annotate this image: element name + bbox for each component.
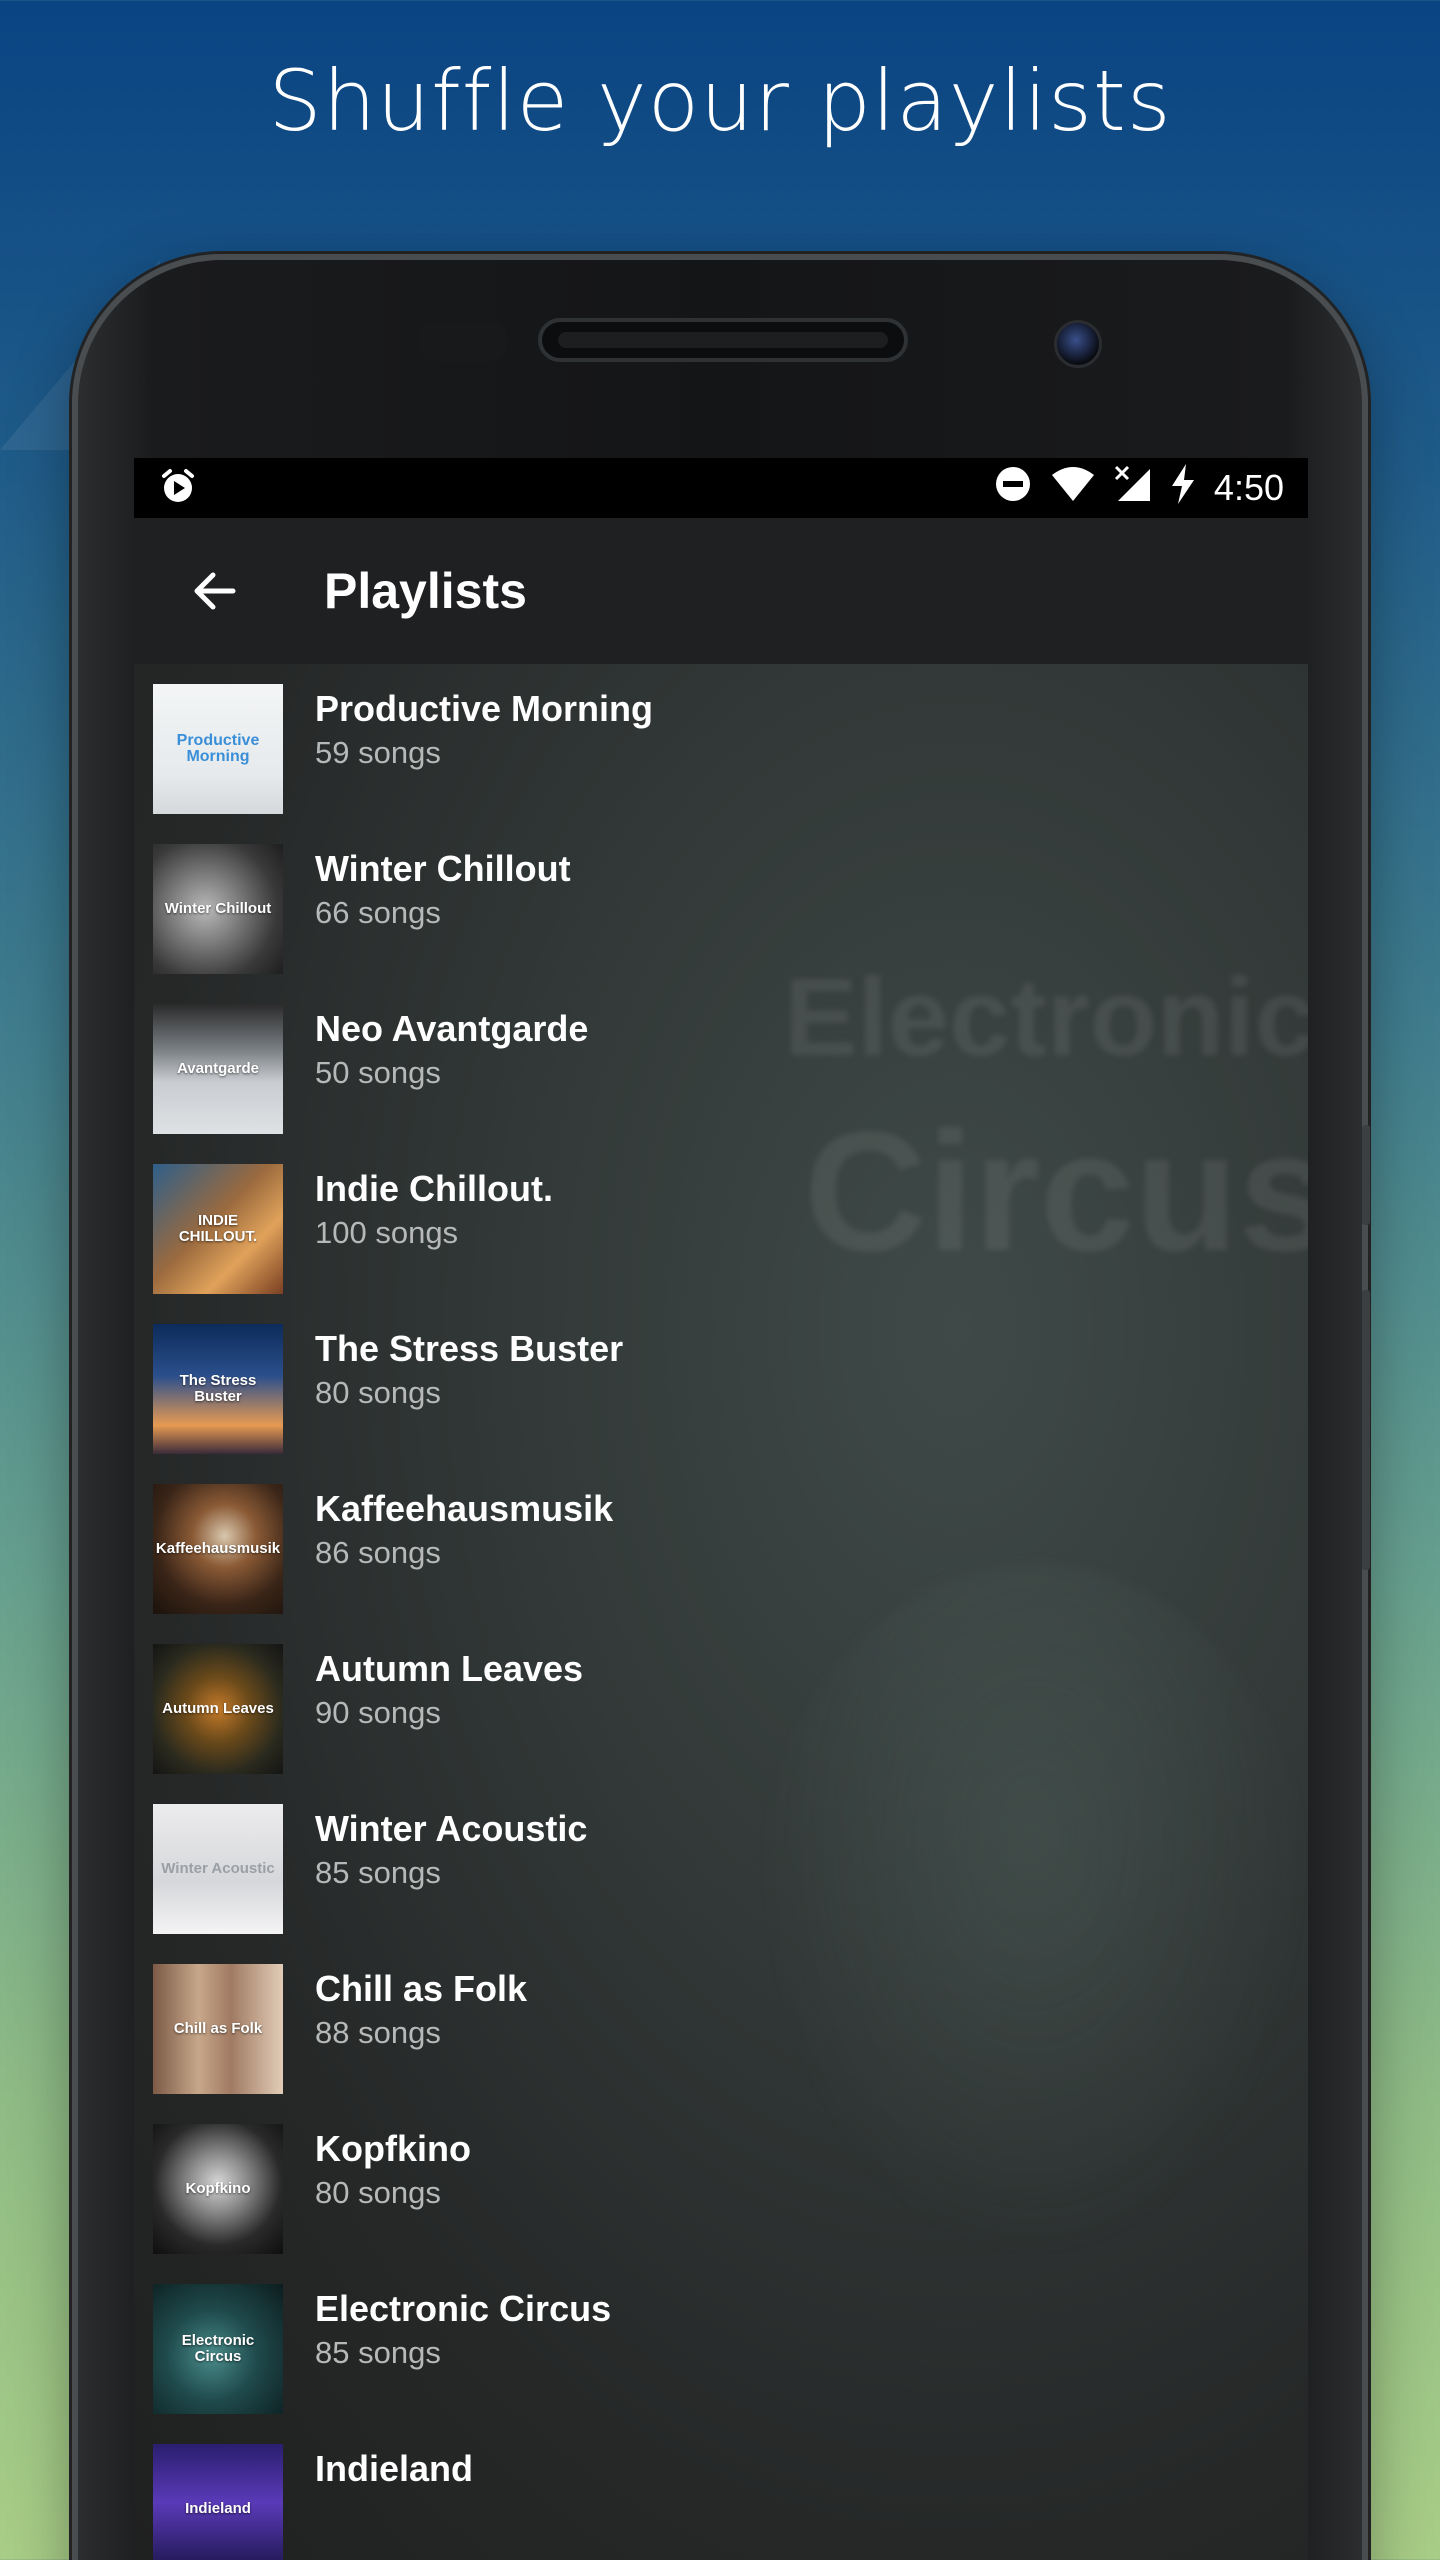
playlist-song-count: 90 songs (315, 1695, 441, 1730)
playlist-cover: Winter Chillout (153, 844, 283, 974)
playlist-title: Autumn Leaves (315, 1648, 584, 1689)
playlist-title: Neo Avantgarde (315, 1008, 589, 1049)
cover-text: Autumn Leaves (162, 1700, 274, 1717)
playlist-cover: Winter Acoustic (153, 1804, 283, 1934)
status-bar: 4:50 (134, 458, 1308, 518)
do-not-disturb-icon (994, 465, 1032, 512)
playlist-title: The Stress Buster (315, 1328, 624, 1369)
playlist-item[interactable]: Avantgarde Neo Avantgarde 50 songs (134, 984, 1308, 1144)
power-button (1362, 1125, 1370, 1225)
playlist-item[interactable]: Productive Morning Productive Morning 59 … (134, 664, 1308, 824)
playlist-item[interactable]: Chill as Folk Chill as Folk 88 songs (134, 1944, 1308, 2104)
playlist-cover: The Stress Buster (153, 1324, 283, 1454)
playlist-title: Winter Acoustic (315, 1808, 588, 1849)
playlist-song-count: 85 songs (315, 2335, 441, 2370)
playlist-list[interactable]: Electronic Circus Productive Morning Pro… (134, 664, 1308, 2560)
playlist-song-count: 100 songs (315, 1215, 459, 1250)
playlist-cover: Indieland (153, 2444, 283, 2560)
playlist-song-count: 50 songs (315, 1055, 441, 1090)
playlist-song-count: 86 songs (315, 1535, 441, 1570)
cover-text: Kaffeehausmusik (155, 1540, 281, 1557)
playlist-title: Indieland (315, 2448, 474, 2489)
wifi-icon (1050, 465, 1096, 512)
playlist-song-count: 80 songs (315, 2175, 441, 2210)
earpiece-speaker (538, 318, 908, 362)
playlist-cover: INDIE CHILLOUT. (153, 1164, 283, 1294)
playlist-cover: Chill as Folk (153, 1964, 283, 2094)
playlist-title: Winter Chillout (315, 848, 571, 889)
playlist-item[interactable]: Kopfkino Kopfkino 80 songs (134, 2104, 1308, 2264)
page-title: Playlists (324, 563, 527, 619)
cover-text: Kopfkino (185, 2180, 251, 2197)
playlist-item[interactable]: Kaffeehausmusik Kaffeehausmusik 86 songs (134, 1464, 1308, 1624)
playlist-title: Chill as Folk (315, 1968, 528, 2009)
cover-text: INDIE CHILLOUT. (178, 1212, 258, 1245)
volume-buttons (1362, 1290, 1370, 1570)
cover-text: Indieland (185, 2500, 251, 2517)
arrow-back-icon (194, 572, 236, 610)
playlist-cover: Kopfkino (153, 2124, 283, 2254)
proximity-sensor (418, 322, 508, 362)
playlist-cover: Productive Morning (153, 684, 283, 814)
playlist-title: Productive Morning (315, 688, 654, 729)
playlist-cover: Avantgarde (153, 1004, 283, 1134)
phone-screen: 4:50 Playlists Electronic Circus Product… (134, 458, 1308, 2560)
playlist-item[interactable]: Electronic Circus Electronic Circus 85 so… (134, 2264, 1308, 2424)
playlist-item[interactable]: INDIE CHILLOUT. Indie Chillout. 100 songs (134, 1144, 1308, 1304)
front-camera (1054, 320, 1102, 368)
app-bar: Playlists (134, 518, 1308, 664)
alarm-icon (158, 466, 198, 511)
cover-text: Chill as Folk (173, 2020, 263, 2037)
cover-text: Avantgarde (177, 1060, 259, 1077)
back-button[interactable] (164, 541, 264, 641)
playlist-item[interactable]: Winter Acoustic Winter Acoustic 85 songs (134, 1784, 1308, 1944)
playlist-title: Kopfkino (315, 2128, 471, 2169)
cover-text: Electronic Circus (181, 2332, 255, 2365)
playlist-cover: Electronic Circus (153, 2284, 283, 2414)
promo-headline: Shuffle your playlists (268, 52, 1172, 150)
cover-text: Winter Chillout (164, 900, 272, 917)
status-time: 4:50 (1213, 467, 1284, 508)
playlist-item[interactable]: Autumn Leaves Autumn Leaves 90 songs (134, 1624, 1308, 1784)
playlist-rows: Productive Morning Productive Morning 59 … (134, 664, 1308, 2560)
playlist-title: Indie Chillout. (315, 1168, 553, 1209)
playlist-title: Electronic Circus (315, 2288, 612, 2329)
playlist-title: Kaffeehausmusik (315, 1488, 614, 1529)
cover-text: Winter Acoustic (161, 1860, 275, 1877)
playlist-item[interactable]: Winter Chillout Winter Chillout 66 songs (134, 824, 1308, 984)
playlist-item[interactable]: Indieland Indieland (134, 2424, 1308, 2560)
playlist-song-count: 66 songs (315, 895, 441, 930)
playlist-cover: Autumn Leaves (153, 1644, 283, 1774)
playlist-song-count: 80 songs (315, 1375, 441, 1410)
cover-text: The Stress Buster (179, 1372, 257, 1405)
playlist-song-count: 88 songs (315, 2015, 441, 2050)
no-signal-icon (1114, 465, 1152, 512)
playlist-song-count: 85 songs (315, 1855, 441, 1890)
playlist-item[interactable]: The Stress Buster The Stress Buster 80 so… (134, 1304, 1308, 1464)
charging-icon (1170, 463, 1196, 513)
cover-text: Productive Morning (176, 732, 260, 765)
playlist-song-count: 59 songs (315, 735, 441, 770)
playlist-cover: Kaffeehausmusik (153, 1484, 283, 1614)
